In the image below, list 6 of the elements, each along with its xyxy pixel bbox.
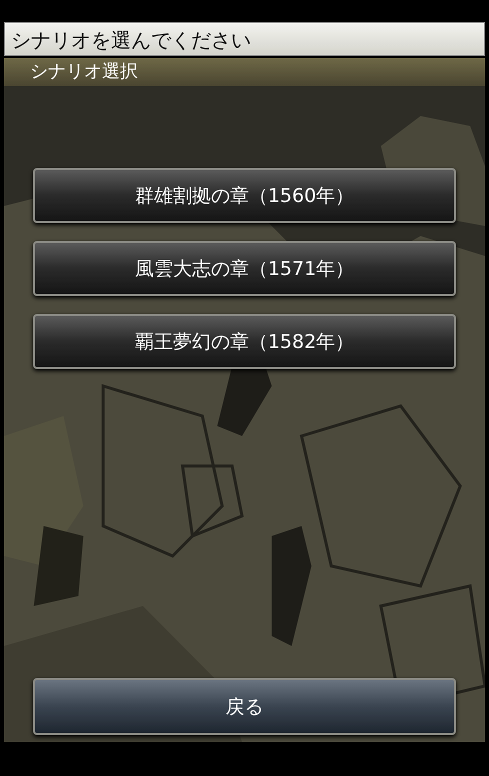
back-button[interactable]: 戻る — [33, 678, 456, 735]
title-bar: シナリオを選んでください — [4, 22, 485, 56]
header-bar: シナリオ選択 — [4, 58, 485, 86]
scenario-button[interactable]: 風雲大志の章（1571年） — [33, 241, 456, 296]
scenario-button[interactable]: 覇王夢幻の章（1582年） — [33, 314, 456, 369]
scenario-button[interactable]: 群雄割拠の章（1560年） — [33, 168, 456, 223]
